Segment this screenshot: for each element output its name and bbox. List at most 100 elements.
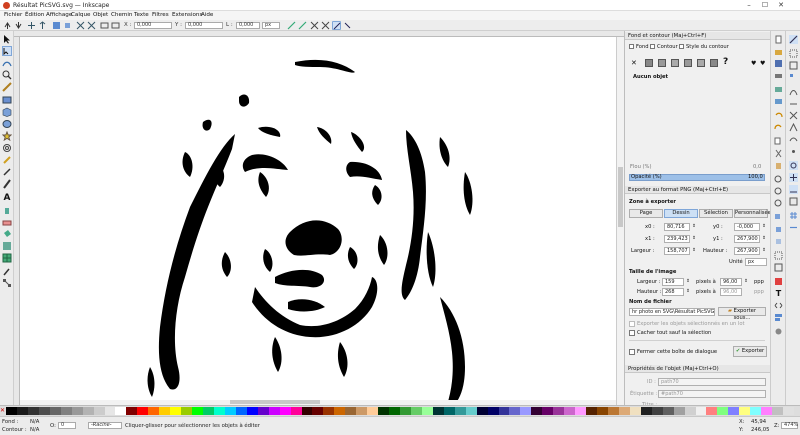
zoom-tool-icon[interactable] [2, 70, 12, 80]
zoom-selection-icon[interactable] [774, 175, 783, 184]
palette-swatch[interactable] [6, 407, 18, 415]
horizontal-scroll-thumb[interactable] [230, 400, 320, 404]
palette-swatch[interactable] [640, 407, 653, 415]
move-gradients-icon[interactable] [310, 21, 319, 30]
palette-swatch[interactable] [432, 407, 445, 415]
scale-stroke-icon[interactable] [287, 21, 296, 30]
eraser-tool-icon[interactable] [2, 217, 12, 227]
palette-swatch[interactable] [586, 407, 598, 415]
undo-icon[interactable] [774, 111, 783, 120]
palette-swatch[interactable] [597, 407, 609, 415]
y-input[interactable]: 0,000 [185, 22, 223, 29]
x-input[interactable]: 0,000 [134, 22, 172, 29]
palette-swatch[interactable] [82, 407, 95, 415]
palette-swatch[interactable] [345, 407, 357, 415]
export-as-button[interactable]: ▰ Exporter sous... [718, 307, 766, 321]
tweak-tool-icon[interactable] [2, 58, 12, 68]
palette-swatch[interactable] [465, 407, 478, 415]
palette-swatch[interactable] [443, 407, 456, 415]
star-tool-icon[interactable] [1, 130, 13, 142]
palette-swatch[interactable] [509, 407, 521, 415]
palette-swatch[interactable] [553, 407, 565, 415]
menu-path[interactable]: Chemin [111, 12, 132, 18]
dpi-x-stepper-icon[interactable]: ⇕ [744, 279, 748, 284]
width-stepper-icon[interactable]: ⇕ [692, 248, 696, 253]
swatch-icon[interactable] [710, 59, 718, 67]
palette-swatch[interactable] [367, 407, 379, 415]
palette-swatch[interactable] [542, 407, 554, 415]
palette-swatch[interactable] [213, 407, 226, 415]
palette-swatch[interactable] [772, 407, 784, 415]
transform-icon[interactable] [100, 21, 109, 30]
unlink-clone-icon[interactable] [774, 237, 783, 246]
snap-bbox-edge-icon[interactable] [789, 61, 798, 70]
export-area-page-button[interactable]: Page [629, 209, 663, 218]
snap-options-icon[interactable] [343, 21, 352, 30]
import-icon[interactable] [774, 85, 783, 94]
selector-tool-icon[interactable] [2, 34, 12, 44]
palette-swatch[interactable] [235, 407, 248, 415]
snap-smooth-icon[interactable] [789, 135, 798, 144]
snap-bbox-icon[interactable] [789, 49, 798, 58]
palette-swatch[interactable] [268, 407, 281, 415]
tab-stroke[interactable]: Contour [657, 44, 678, 50]
img-width-stepper-icon[interactable]: ⇕ [686, 279, 690, 284]
tab-stroke-style[interactable]: Style du contour [686, 44, 729, 50]
palette-swatch[interactable] [389, 407, 401, 415]
palette-swatch[interactable] [607, 407, 620, 415]
palette-swatch[interactable] [203, 407, 215, 415]
ellipse-tool-icon[interactable] [2, 119, 12, 129]
dpi-x-input[interactable]: 96,00 [720, 278, 742, 286]
snap-intersection-icon[interactable] [789, 111, 798, 120]
export-icon[interactable] [774, 97, 783, 106]
img-height-input[interactable]: 268 [662, 288, 684, 296]
3d-box-tool-icon[interactable] [2, 107, 12, 117]
rectangle-tool-icon[interactable] [2, 95, 12, 105]
color-palette[interactable]: ✕ [0, 405, 800, 416]
palette-swatch[interactable] [49, 407, 62, 415]
status-opacity-input[interactable]: 0 [58, 422, 76, 429]
palette-swatch[interactable] [312, 407, 324, 415]
palette-swatch[interactable] [27, 407, 40, 415]
group-icon[interactable] [774, 251, 783, 260]
menu-text[interactable]: Texte [134, 12, 149, 18]
zoom-input[interactable]: 474% [781, 422, 798, 429]
align-icon[interactable] [111, 21, 120, 30]
flip-vertical-icon[interactable] [38, 21, 47, 30]
flat-color-icon[interactable] [645, 59, 653, 67]
fill-rule-evenodd-icon[interactable]: ♥ [751, 60, 756, 67]
palette-swatch[interactable] [60, 407, 73, 415]
align-dialog-icon[interactable] [774, 313, 783, 322]
xml-editor-icon[interactable] [774, 301, 783, 310]
fill-rule-nonzero-icon[interactable]: ♥ [760, 60, 765, 67]
palette-swatch[interactable] [16, 407, 29, 415]
width-input[interactable]: 158,707 [664, 247, 690, 255]
palette-swatch[interactable] [476, 407, 489, 415]
hide-all-checkbox[interactable] [629, 330, 635, 336]
pattern-icon[interactable] [697, 59, 705, 67]
palette-swatch[interactable] [170, 407, 182, 415]
pen-tool-icon[interactable] [2, 167, 12, 177]
w-input[interactable]: 0,000 [236, 22, 260, 29]
y0-stepper-icon[interactable]: ⇕ [762, 224, 766, 229]
palette-swatch[interactable] [410, 407, 423, 415]
fill-stroke-header[interactable]: Fond et contour (Maj+Ctrl+F) [625, 32, 771, 40]
x0-stepper-icon[interactable]: ⇕ [692, 224, 696, 229]
palette-swatch[interactable] [706, 407, 718, 415]
img-width-input[interactable]: 159 [662, 278, 684, 286]
minimize-icon[interactable]: – [742, 1, 756, 10]
palette-swatch[interactable] [400, 407, 412, 415]
tab-fill[interactable]: Fond [636, 44, 649, 50]
text-font-dialog-icon[interactable]: T [774, 289, 783, 298]
height-input[interactable]: 267,900 [734, 247, 760, 255]
snap-rotation-center-icon[interactable] [789, 173, 798, 182]
palette-swatch[interactable] [137, 407, 149, 415]
radial-gradient-icon[interactable] [671, 59, 679, 67]
palette-swatch[interactable] [684, 407, 696, 415]
palette-swatch[interactable] [564, 407, 576, 415]
palette-swatch[interactable] [618, 407, 631, 415]
unit-select[interactable]: px [262, 22, 280, 29]
palette-swatch[interactable] [148, 407, 160, 415]
open-icon[interactable] [774, 47, 783, 56]
ungroup-icon[interactable] [774, 263, 783, 272]
